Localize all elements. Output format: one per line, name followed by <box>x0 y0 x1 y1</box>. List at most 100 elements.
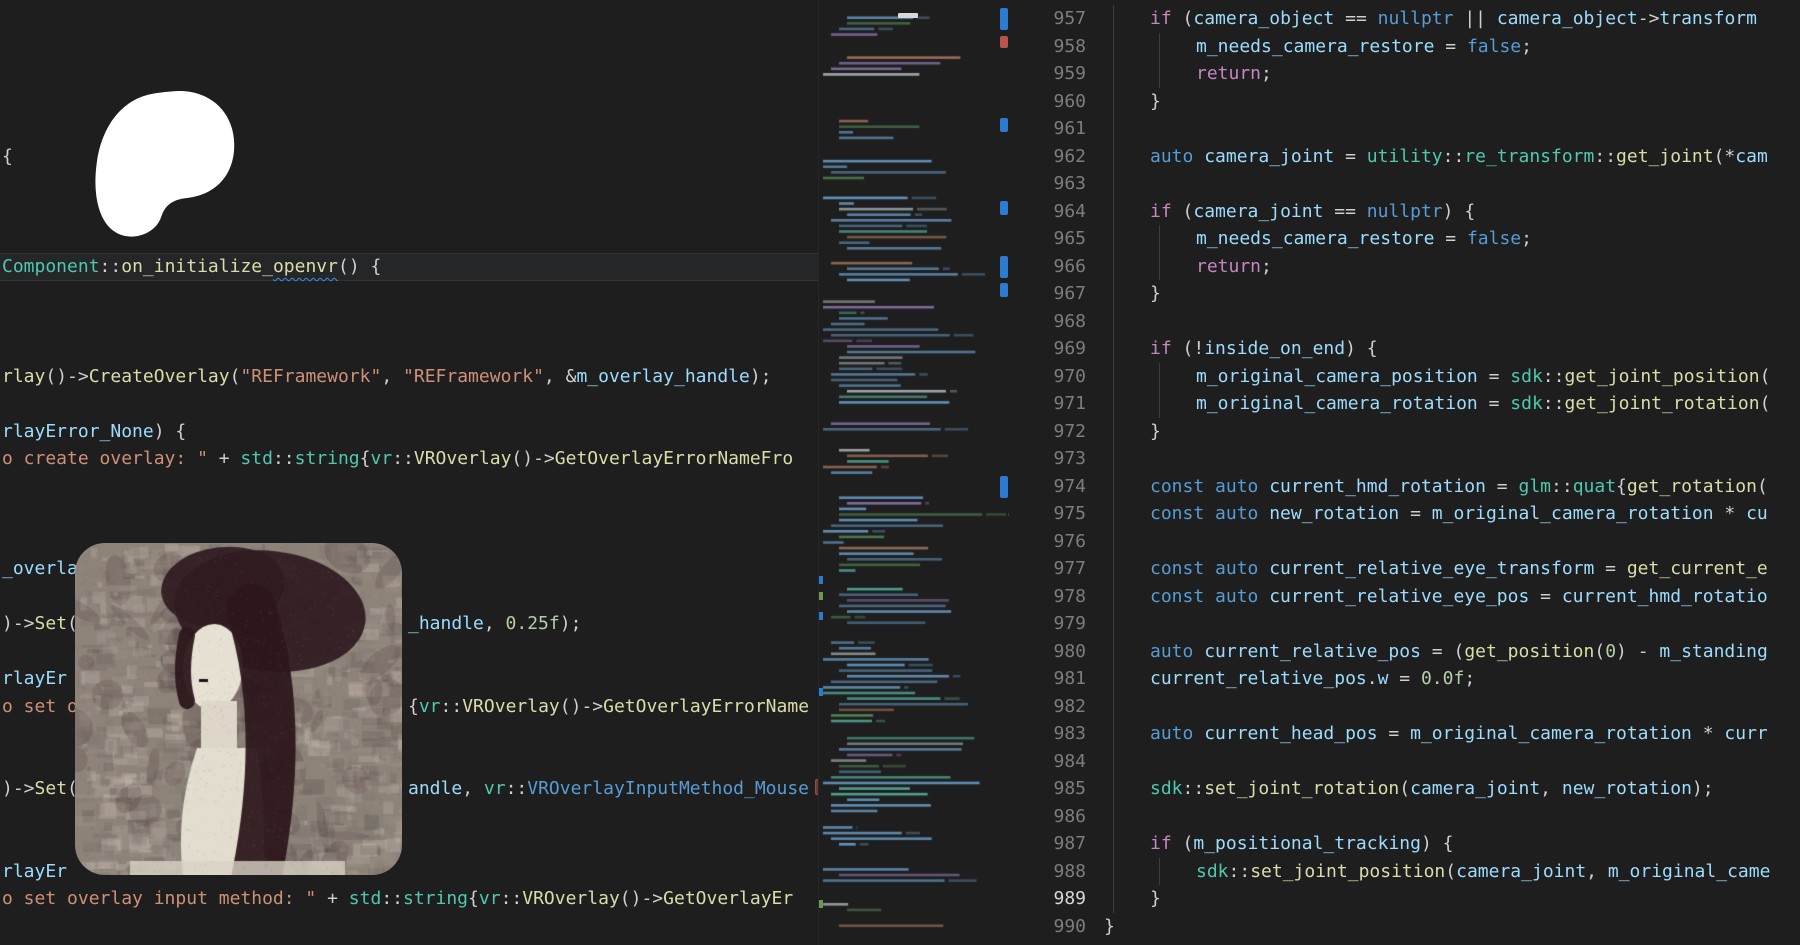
code-token: andle <box>408 778 462 799</box>
line-number[interactable]: 961 <box>1008 115 1086 143</box>
code-token: vr <box>419 696 441 717</box>
code-line[interactable]: auto current_head_pos = m_original_camer… <box>1096 720 1800 748</box>
line-number-gutter[interactable]: 9579589599609619629639649659669679689699… <box>1008 0 1088 945</box>
line-number[interactable]: 970 <box>1008 363 1086 391</box>
code-line[interactable]: if (camera_joint == nullptr) { <box>1096 198 1800 226</box>
code-token: m_overlay_handle <box>576 366 749 387</box>
code-line[interactable]: o set overlay input method: " + std::str… <box>0 885 818 913</box>
line-number[interactable]: 963 <box>1008 170 1086 198</box>
code-line[interactable]: m_original_camera_rotation = sdk::get_jo… <box>1096 390 1800 418</box>
code-line[interactable]: auto camera_joint = utility::re_transfor… <box>1096 143 1800 171</box>
line-number[interactable]: 981 <box>1008 665 1086 693</box>
code-token: :: <box>1551 476 1573 497</box>
code-chunk: const auto current_relative_eye_pos = cu… <box>1150 583 1768 611</box>
code-chunk: } <box>1150 280 1161 308</box>
right-editor-pane[interactable]: if (camera_object == nullptr || camera_o… <box>1096 0 1800 945</box>
code-line[interactable]: m_needs_camera_restore = false; <box>1096 33 1800 61</box>
code-line[interactable]: m_original_camera_position = sdk::get_jo… <box>1096 363 1800 391</box>
code-line[interactable]: sdk::set_joint_rotation(camera_joint, ne… <box>1096 775 1800 803</box>
code-token: string <box>403 888 468 909</box>
code-line[interactable]: const auto new_rotation = m_original_cam… <box>1096 500 1800 528</box>
line-number[interactable]: 987 <box>1008 830 1086 858</box>
line-number[interactable]: 971 <box>1008 390 1086 418</box>
code-line[interactable]: return; <box>1096 253 1800 281</box>
code-line[interactable]: } <box>1096 885 1800 913</box>
code-token: o set o <box>2 696 78 717</box>
code-token <box>1193 723 1204 744</box>
line-number[interactable]: 960 <box>1008 88 1086 116</box>
code-line[interactable]: } <box>1096 418 1800 446</box>
line-number[interactable]: 975 <box>1008 500 1086 528</box>
code-token: false <box>1467 228 1521 249</box>
code-token: , <box>484 613 506 634</box>
line-number[interactable]: 972 <box>1008 418 1086 446</box>
code-line[interactable]: o create overlay: " + std::string{vr::VR… <box>0 445 818 473</box>
code-token: _overla <box>2 558 78 579</box>
code-token: rlayEr <box>2 861 67 882</box>
line-number[interactable]: 964 <box>1008 198 1086 226</box>
vscode-editor: {Component::on_initialize_openvr() {rlay… <box>0 0 1800 945</box>
code-line[interactable]: rlay()->CreateOverlay("REFramework", "RE… <box>0 363 818 391</box>
line-number[interactable]: 959 <box>1008 60 1086 88</box>
line-number[interactable]: 966 <box>1008 253 1086 281</box>
line-number[interactable]: 986 <box>1008 803 1086 831</box>
line-number[interactable]: 988 <box>1008 858 1086 886</box>
code-chunk: sdk::set_joint_position(camera_joint, m_… <box>1196 858 1770 886</box>
code-token: sdk <box>1150 778 1183 799</box>
code-line[interactable]: const auto current_relative_eye_transfor… <box>1096 555 1800 583</box>
line-number[interactable]: 978 <box>1008 583 1086 611</box>
code-line[interactable]: if (camera_object == nullptr || camera_o… <box>1096 5 1800 33</box>
code-token: vr <box>484 778 506 799</box>
code-token: = <box>1594 558 1627 579</box>
code-line[interactable]: m_needs_camera_restore = false; <box>1096 225 1800 253</box>
line-number[interactable]: 969 <box>1008 335 1086 363</box>
code-token: { <box>2 146 13 167</box>
code-token: utility <box>1367 146 1443 167</box>
line-number[interactable]: 974 <box>1008 473 1086 501</box>
line-number[interactable]: 979 <box>1008 610 1086 638</box>
code-token: m_positional_tracking <box>1193 833 1421 854</box>
code-token: m_original_camera_rotation <box>1432 503 1714 524</box>
code-token: :: <box>273 448 295 469</box>
line-number[interactable]: 990 <box>1008 913 1086 941</box>
line-number[interactable]: 977 <box>1008 555 1086 583</box>
code-line[interactable]: current_relative_pos.w = 0.0f; <box>1096 665 1800 693</box>
code-line[interactable]: } <box>1096 88 1800 116</box>
line-number[interactable]: 973 <box>1008 445 1086 473</box>
code-line[interactable]: rlayError_None) { <box>0 418 818 446</box>
line-number[interactable]: 968 <box>1008 308 1086 336</box>
code-token <box>1258 558 1269 579</box>
line-number[interactable]: 967 <box>1008 280 1086 308</box>
code-line[interactable]: const auto current_hmd_rotation = glm::q… <box>1096 473 1800 501</box>
line-number[interactable]: 982 <box>1008 693 1086 721</box>
code-line[interactable]: if (!inside_on_end) { <box>1096 335 1800 363</box>
code-line[interactable]: return; <box>1096 60 1800 88</box>
line-number[interactable]: 989 <box>1008 885 1086 913</box>
code-token: if <box>1150 833 1172 854</box>
code-line[interactable]: sdk::set_joint_position(camera_joint, m_… <box>1096 858 1800 886</box>
line-number[interactable]: 984 <box>1008 748 1086 776</box>
minimap-edge-mark <box>819 688 823 696</box>
line-number[interactable]: 985 <box>1008 775 1086 803</box>
code-line[interactable]: const auto current_relative_eye_pos = cu… <box>1096 583 1800 611</box>
code-line[interactable]: auto current_relative_pos = (get_positio… <box>1096 638 1800 666</box>
line-number[interactable]: 965 <box>1008 225 1086 253</box>
code-line[interactable]: if (m_positional_tracking) { <box>1096 830 1800 858</box>
line-number[interactable]: 962 <box>1008 143 1086 171</box>
code-token: GetOverlayErrorName <box>603 696 809 717</box>
code-token <box>1258 503 1269 524</box>
code-token: :: <box>1594 146 1616 167</box>
minimap[interactable] <box>818 0 1009 945</box>
code-line[interactable]: Component::on_initialize_openvr() { <box>0 253 818 281</box>
line-number[interactable]: 980 <box>1008 638 1086 666</box>
code-line[interactable]: } <box>1096 280 1800 308</box>
line-number[interactable]: 983 <box>1008 720 1086 748</box>
code-token: ); <box>750 366 772 387</box>
code-token: = <box>1529 586 1562 607</box>
line-number[interactable]: 958 <box>1008 33 1086 61</box>
code-chunk: o create overlay: " + std::string{vr::VR… <box>2 445 793 473</box>
code-token: . <box>1367 668 1378 689</box>
line-number[interactable]: 976 <box>1008 528 1086 556</box>
code-line[interactable]: } <box>1096 913 1800 941</box>
line-number[interactable]: 957 <box>1008 5 1086 33</box>
